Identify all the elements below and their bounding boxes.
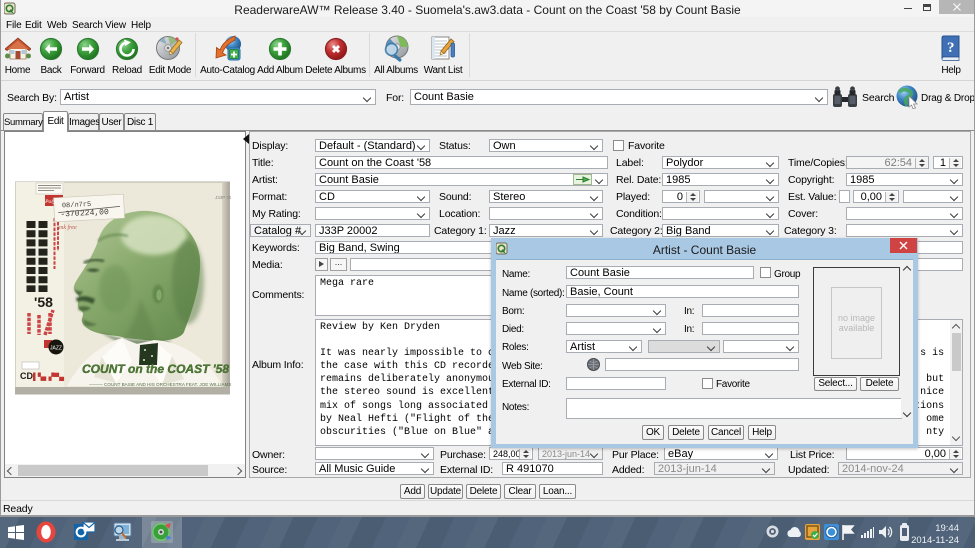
svg-text:'58: '58	[34, 294, 53, 310]
svg-text:——— COUNT BASIE AND HIS ORCHES: ——— COUNT BASIE AND HIS ORCHESTRA FEAT. …	[89, 382, 231, 387]
svg-text:COUNT on the COAST '58: COUNT on the COAST '58	[82, 362, 229, 376]
svg-text:?: ?	[947, 40, 955, 56]
svg-text:JAZZ: JAZZ	[50, 346, 62, 352]
svg-text:mk free: mk free	[59, 224, 77, 231]
svg-text:J33P 300: J33P 300	[215, 195, 231, 200]
